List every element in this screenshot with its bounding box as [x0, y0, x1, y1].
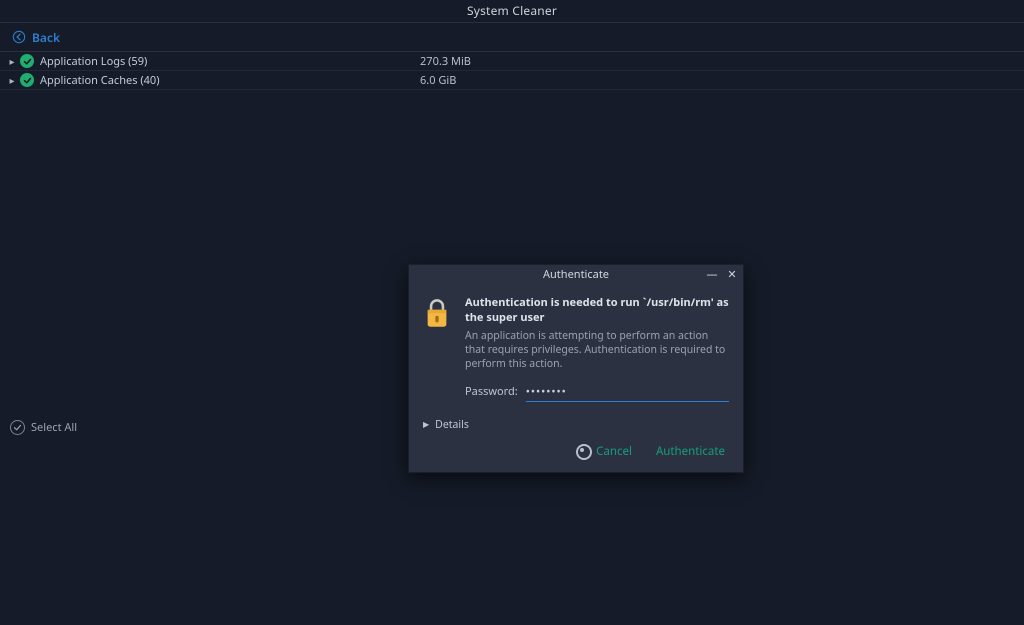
list-item-name: Application Logs (59): [40, 54, 420, 69]
authenticate-button[interactable]: Authenticate: [656, 444, 725, 459]
list-item[interactable]: ▸ Application Caches (40) 6.0 GiB: [0, 71, 1024, 90]
dialog-title: Authenticate — ✕: [409, 265, 743, 285]
chevron-right-icon: ▸: [4, 54, 20, 68]
close-button[interactable]: ✕: [725, 265, 739, 285]
list-item-size: 270.3 MiB: [420, 54, 1014, 69]
checked-icon: [20, 73, 34, 87]
select-all-icon: [10, 420, 25, 435]
select-all-button[interactable]: Select All: [10, 420, 77, 435]
dialog-subtext: An application is attempting to perform …: [465, 329, 729, 372]
chevron-right-icon: ▸: [4, 73, 20, 87]
checked-icon: [20, 54, 34, 68]
back-button[interactable]: Back: [0, 23, 1024, 52]
back-arrow-icon: [12, 30, 26, 44]
list-item-size: 6.0 GiB: [420, 73, 1014, 88]
list-item[interactable]: ▸ Application Logs (59) 270.3 MiB: [0, 52, 1024, 71]
lock-icon: [423, 295, 453, 408]
details-label: Details: [435, 418, 469, 432]
cancel-label: Cancel: [596, 444, 632, 459]
select-all-label: Select All: [31, 420, 77, 435]
authenticate-dialog: Authenticate — ✕ Authentication is neede…: [408, 264, 744, 473]
cancel-button[interactable]: Cancel: [576, 444, 632, 460]
details-toggle[interactable]: ▶ Details: [409, 412, 743, 436]
password-input[interactable]: [526, 382, 729, 402]
password-label: Password:: [465, 384, 518, 399]
dialog-headline: Authentication is needed to run `/usr/bi…: [465, 295, 729, 325]
list-item-name: Application Caches (40): [40, 73, 420, 88]
back-label: Back: [32, 29, 60, 46]
dialog-title-text: Authenticate: [543, 267, 609, 282]
cancel-icon: [576, 444, 592, 460]
cleanup-list: ▸ Application Logs (59) 270.3 MiB ▸ Appl…: [0, 52, 1024, 90]
chevron-right-icon: ▶: [423, 419, 429, 430]
minimize-button[interactable]: —: [705, 265, 719, 285]
app-title: System Cleaner: [0, 0, 1024, 23]
